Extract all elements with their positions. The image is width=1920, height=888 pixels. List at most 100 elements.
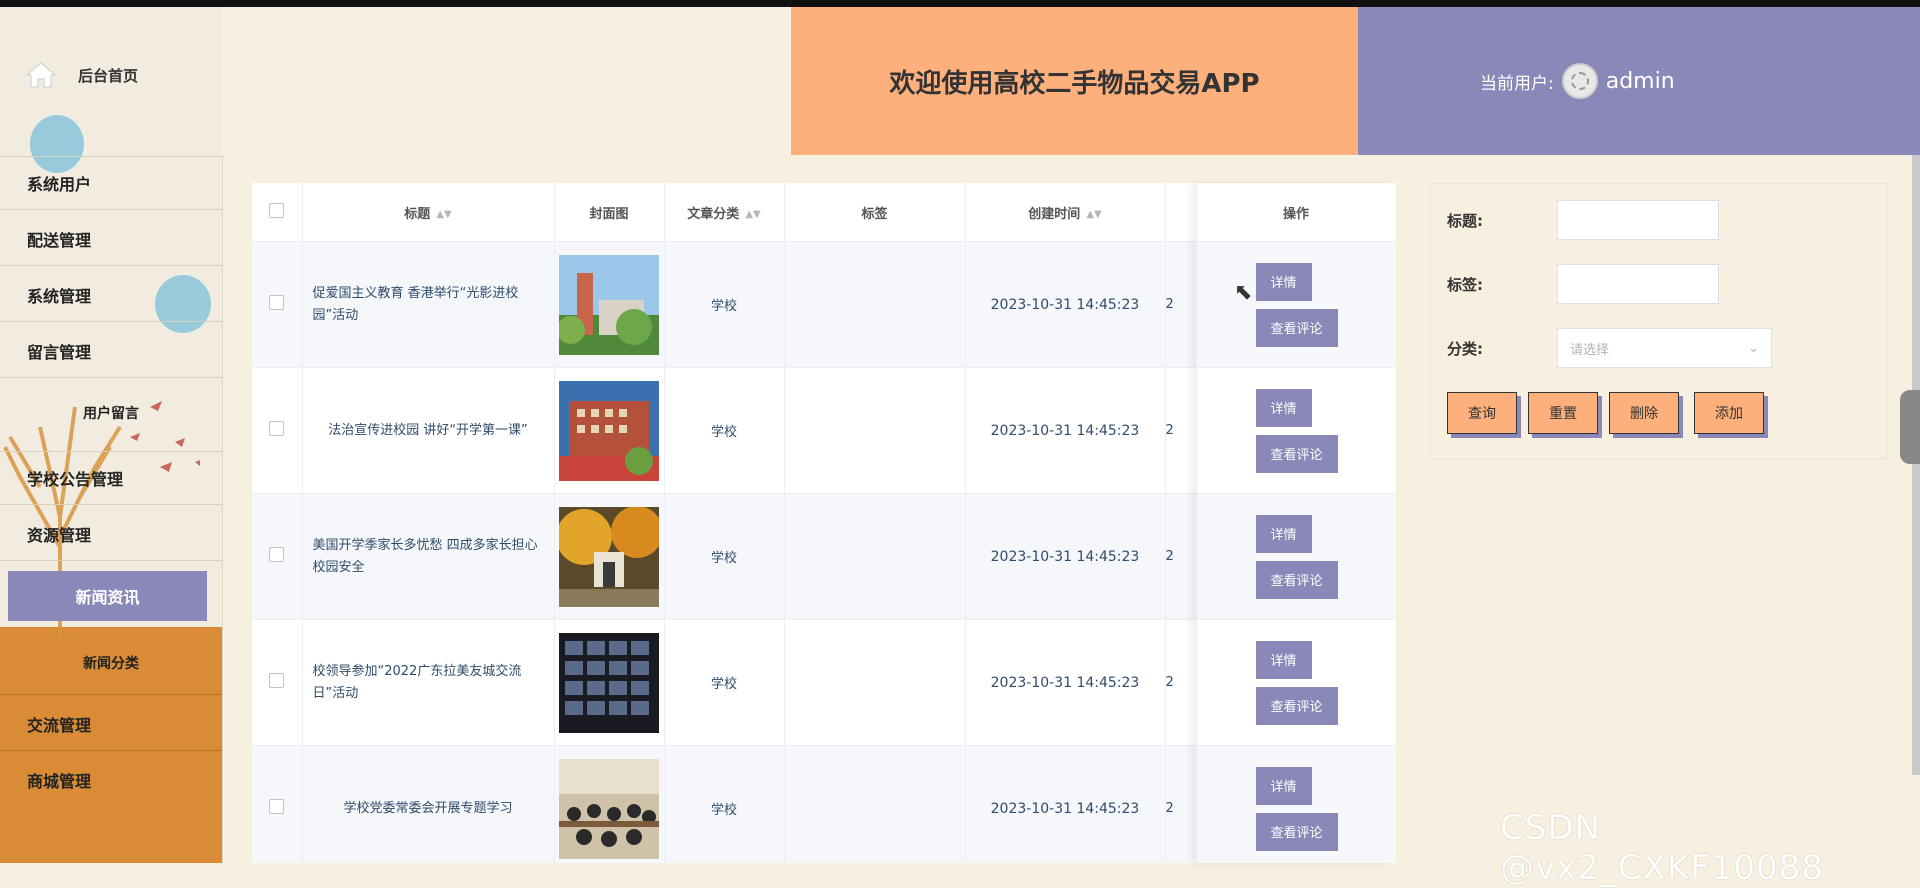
news-table: 标题 ▲▼ 封面图 文章分类 ▲▼ 标签 创建时间 ▲▼ 操作 促爱国主义教育 香港举…: [252, 183, 1396, 863]
category-select-placeholder: 请选择: [1570, 342, 1610, 358]
row-checkbox[interactable]: [269, 799, 285, 814]
sidebar-item-user-messages[interactable]: 用户留言: [0, 386, 222, 440]
cover-image[interactable]: [559, 380, 659, 481]
sidebar-home[interactable]: 后台首页: [26, 61, 138, 89]
col-cover: 封面图: [554, 183, 665, 242]
cover-image[interactable]: [559, 758, 659, 859]
search-panel: 标题: 标签: 分类: 请选择 ⌄ 查询 重置 删除 添加: [1430, 183, 1888, 459]
row-checkbox[interactable]: [269, 673, 285, 688]
top-edge: [0, 0, 1920, 7]
row-category: 学校: [664, 493, 785, 620]
page-scrollbar[interactable]: [1912, 155, 1920, 775]
row-checkbox[interactable]: [269, 421, 285, 436]
sidebar-item-news[interactable]: 新闻资讯: [8, 571, 207, 621]
row-category: 学校: [664, 367, 785, 494]
row-title: 学校党委常委会开展专题学习: [302, 745, 555, 863]
select-all-checkbox[interactable]: [269, 202, 285, 218]
avatar[interactable]: [1561, 63, 1598, 99]
title-field-label: 标题:: [1447, 211, 1483, 230]
col-created[interactable]: 创建时间 ▲▼: [965, 183, 1166, 242]
view-comments-button[interactable]: 查看评论: [1255, 434, 1338, 473]
home-icon: [26, 62, 56, 88]
sidebar-item-delivery[interactable]: 配送管理: [0, 212, 222, 266]
watermark-text: CSDN @vx2_CXKF10088: [1500, 808, 1824, 888]
sidebar-item-system-users[interactable]: 系统用户: [0, 156, 222, 210]
cover-image[interactable]: [559, 254, 659, 355]
col-tag: 标签: [784, 183, 966, 242]
row-created: 2023-10-31 14:45:23: [965, 493, 1166, 620]
cover-image[interactable]: [559, 632, 659, 733]
row-extra: 2: [1165, 745, 1197, 863]
row-created: 2023-10-31 14:45:23: [965, 367, 1166, 494]
col-title[interactable]: 标题 ▲▼: [302, 183, 555, 242]
title-field-row: 标题:: [1447, 200, 1719, 240]
sort-icon[interactable]: ▲▼: [1086, 209, 1101, 220]
select-all-cell[interactable]: [252, 183, 303, 242]
sidebar-item-resources[interactable]: 资源管理: [0, 507, 222, 561]
row-extra: 2: [1165, 493, 1197, 620]
view-comments-button[interactable]: 查看评论: [1255, 686, 1338, 725]
row-extra: 2: [1165, 619, 1197, 746]
col-actions: 操作: [1196, 183, 1396, 242]
tag-field-row: 标签:: [1447, 264, 1719, 304]
sidebar: 后台首页 系统用户 配送管理 系统管理 留言管理 用户留言 学校公告管理 资源管…: [0, 7, 223, 863]
add-button[interactable]: 添加: [1694, 392, 1764, 434]
col-hidden: [1165, 183, 1197, 242]
row-title: 校领导参加“2022广东拉美友城交流日”活动: [302, 619, 555, 746]
cover-image[interactable]: [559, 506, 659, 607]
mouse-cursor-icon: ⬉: [1234, 280, 1253, 305]
category-field-label: 分类:: [1447, 339, 1483, 358]
sidebar-item-school-notice[interactable]: 学校公告管理: [0, 451, 222, 505]
category-field-row: 分类: 请选择 ⌄: [1447, 328, 1772, 368]
view-comments-button[interactable]: 查看评论: [1255, 308, 1338, 347]
detail-button[interactable]: 详情: [1255, 766, 1312, 805]
detail-button[interactable]: 详情: [1255, 262, 1312, 301]
row-checkbox[interactable]: [269, 295, 285, 310]
sidebar-item-messages[interactable]: 留言管理: [0, 324, 222, 378]
sidebar-item-system-manage[interactable]: 系统管理: [0, 268, 222, 322]
sort-icon[interactable]: ▲▼: [745, 209, 760, 220]
header-spacer: [222, 7, 791, 155]
row-tag: [784, 241, 966, 368]
page-title: 欢迎使用高校二手物品交易APP: [889, 68, 1260, 99]
row-title: 促爱国主义教育 香港举行“光影进校园”活动: [302, 241, 555, 368]
row-category: 学校: [664, 745, 785, 863]
title-input[interactable]: [1557, 200, 1719, 240]
query-button[interactable]: 查询: [1447, 392, 1517, 434]
row-title: 法治宣传进校园 讲好“开学第一课”: [302, 367, 555, 494]
view-comments-button[interactable]: 查看评论: [1255, 560, 1338, 599]
table-header-row: 标题 ▲▼ 封面图 文章分类 ▲▼ 标签 创建时间 ▲▼ 操作: [252, 183, 1396, 242]
row-checkbox[interactable]: [269, 547, 285, 562]
detail-button[interactable]: 详情: [1255, 514, 1312, 553]
table-row: 学校党委常委会开展专题学习 学校 2023-10-31 14:45:23 2 详…: [252, 745, 1396, 863]
detail-button[interactable]: 详情: [1255, 388, 1312, 427]
row-created: 2023-10-31 14:45:23: [965, 241, 1166, 368]
col-category[interactable]: 文章分类 ▲▼: [664, 183, 785, 242]
row-title: 美国开学季家长多忧愁 四成多家长担心校园安全: [302, 493, 555, 620]
reset-button[interactable]: 重置: [1528, 392, 1598, 434]
sidebar-item-news-category[interactable]: 新闻分类: [0, 631, 222, 695]
detail-button[interactable]: 详情: [1255, 640, 1312, 679]
row-tag: [784, 619, 966, 746]
row-category: 学校: [664, 241, 785, 368]
delete-button[interactable]: 删除: [1609, 392, 1679, 434]
table-row: 促爱国主义教育 香港举行“光影进校园”活动 学校 2023-10-31 14:4…: [252, 241, 1396, 368]
scroll-handle[interactable]: [1900, 390, 1920, 464]
sidebar-item-shop[interactable]: 商城管理: [0, 753, 222, 807]
row-tag: [784, 367, 966, 494]
view-comments-button[interactable]: 查看评论: [1255, 812, 1338, 851]
sort-icon[interactable]: ▲▼: [436, 209, 451, 220]
row-category: 学校: [664, 619, 785, 746]
sidebar-item-exchange[interactable]: 交流管理: [0, 697, 222, 751]
username[interactable]: admin: [1606, 69, 1675, 94]
row-extra: 2: [1165, 367, 1197, 494]
header-title-box: 欢迎使用高校二手物品交易APP: [791, 7, 1358, 155]
sidebar-home-label: 后台首页: [78, 66, 139, 85]
tag-input[interactable]: [1557, 264, 1719, 304]
tag-field-label: 标签:: [1447, 275, 1483, 294]
table-row: 校领导参加“2022广东拉美友城交流日”活动 学校 2023-10-31 14:…: [252, 619, 1396, 746]
row-tag: [784, 745, 966, 863]
header-user-box: 当前用户: admin: [1358, 7, 1920, 155]
chevron-down-icon: ⌄: [1748, 340, 1759, 356]
category-select[interactable]: 请选择 ⌄: [1557, 328, 1772, 368]
